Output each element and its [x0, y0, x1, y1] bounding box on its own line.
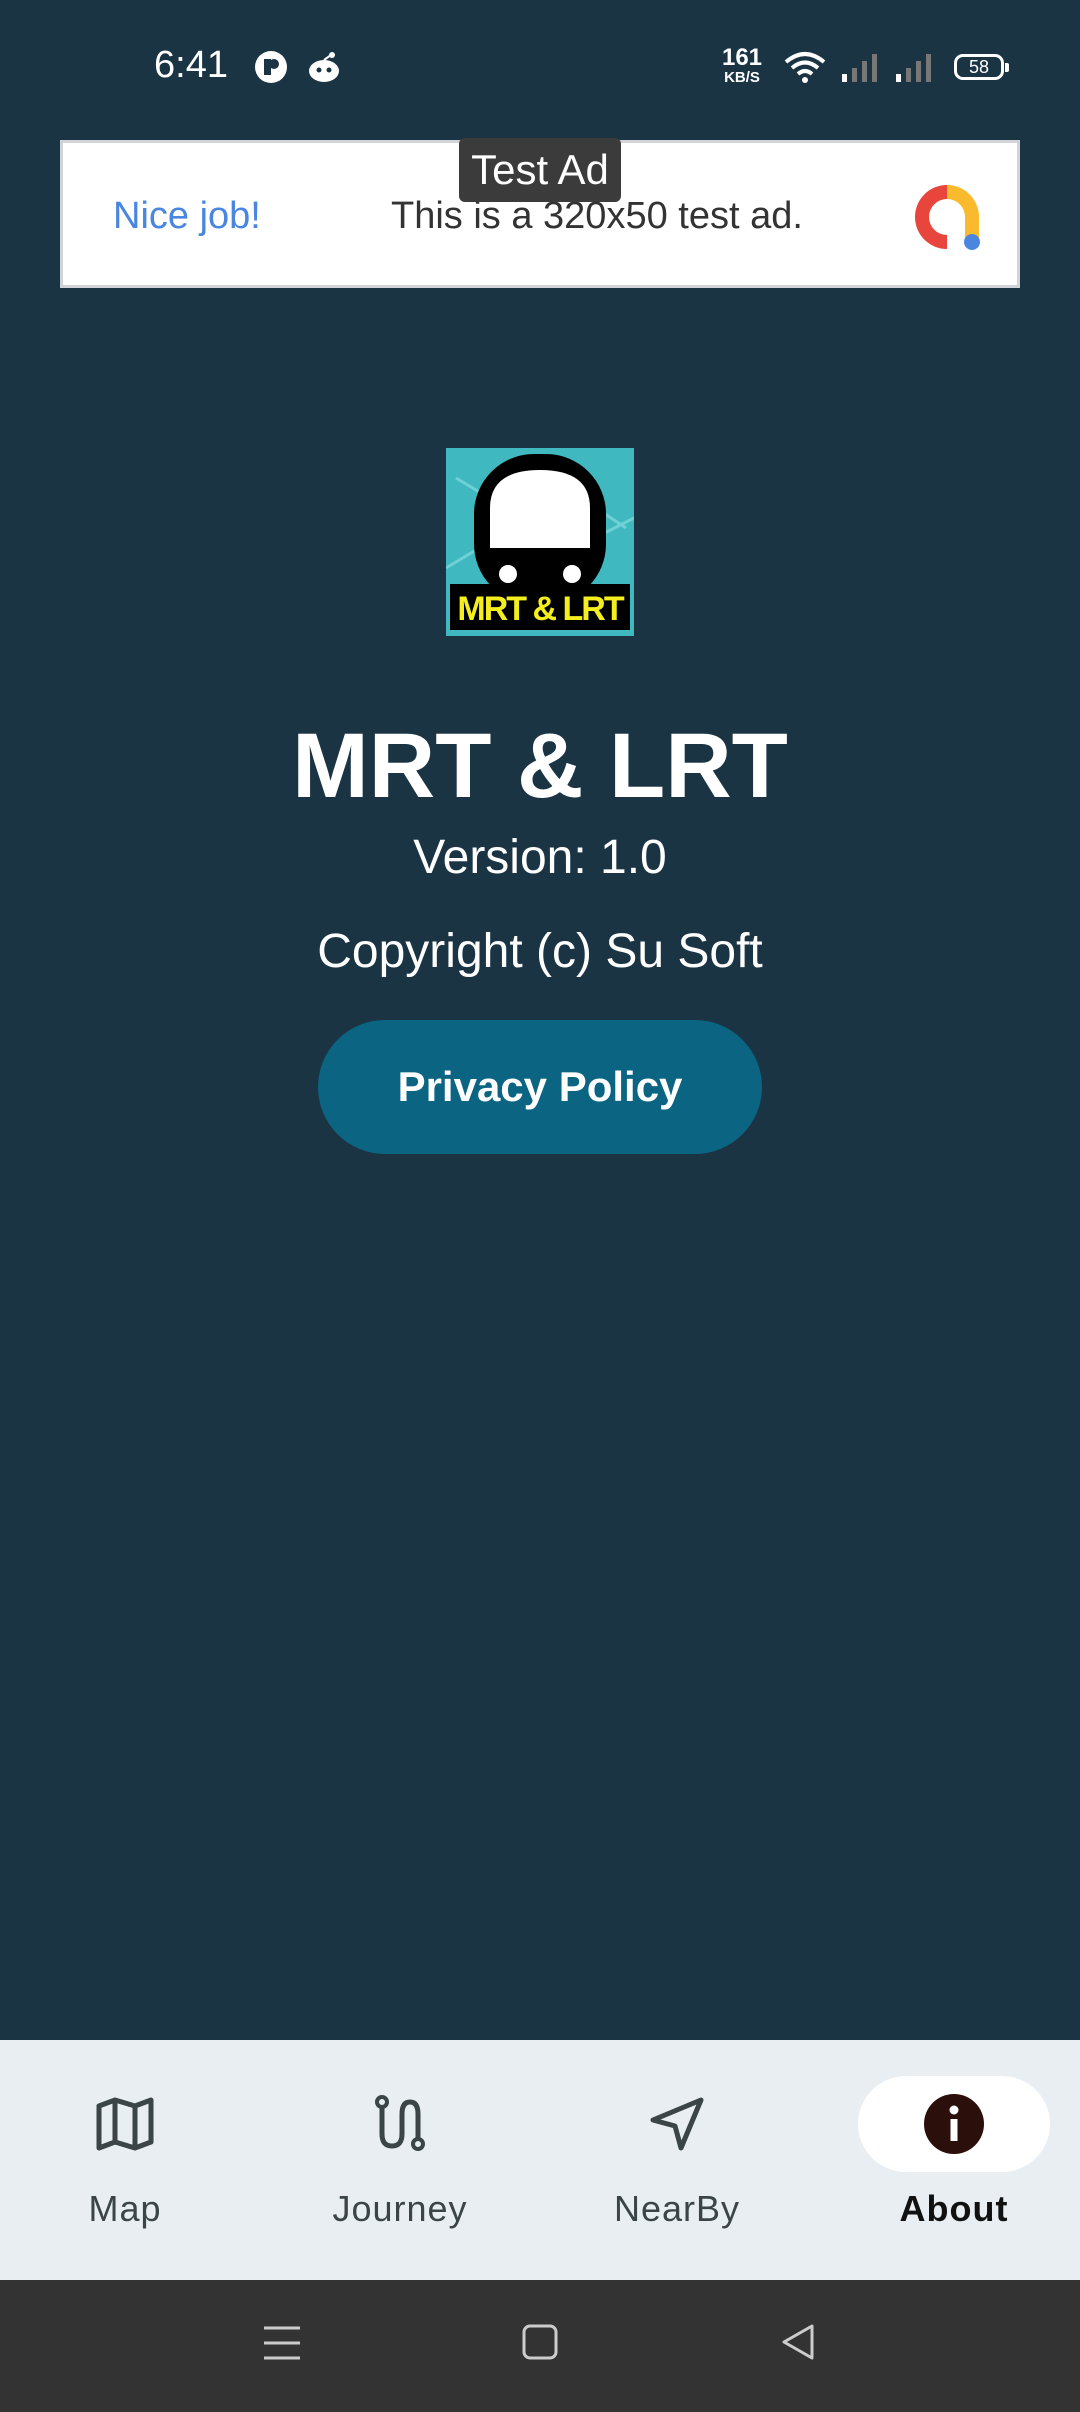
navigation-arrow-icon	[647, 2094, 707, 2159]
nav-label-nearby: NearBy	[613, 2188, 741, 2229]
test-ad-label: Test Ad	[459, 138, 621, 202]
copyright-text: Copyright (c) Su Soft	[317, 925, 763, 978]
reddit-notification-icon	[306, 50, 342, 89]
route-icon	[370, 2094, 430, 2159]
home-icon[interactable]	[520, 2318, 560, 2373]
nav-item-map[interactable]: Map	[0, 2040, 260, 2280]
ad-network-logo-icon	[909, 179, 985, 255]
signal-1-icon	[840, 52, 880, 89]
bottom-navigation: Map Journey NearBy About	[0, 2040, 1080, 2280]
nav-label-journey: Journey	[332, 2188, 468, 2229]
ad-headline: Nice job!	[113, 195, 261, 237]
battery-indicator: 58	[954, 54, 1009, 80]
version-text: Version: 1.0	[413, 831, 667, 884]
app-logo: MRT & LRT	[445, 448, 635, 636]
status-time: 6:41	[154, 44, 228, 86]
recent-apps-icon[interactable]	[262, 2318, 302, 2373]
network-speed: 161 KB/S	[721, 44, 763, 86]
nav-item-nearby[interactable]: NearBy	[542, 2040, 812, 2280]
nav-label-about: About	[899, 2188, 1009, 2229]
info-icon	[924, 2094, 984, 2159]
nav-item-journey[interactable]: Journey	[265, 2040, 535, 2280]
system-navigation-bar	[0, 2280, 1080, 2412]
app-logo-text: MRT & LRT	[457, 590, 624, 628]
signal-2-icon	[894, 52, 934, 89]
app-title: MRT & LRT	[292, 715, 788, 817]
app-notification-icon	[254, 50, 288, 89]
status-bar: 6:41 161 KB/S 58	[0, 0, 1080, 130]
nav-item-about[interactable]: About	[819, 2040, 1080, 2280]
back-icon[interactable]	[778, 2318, 818, 2373]
privacy-policy-button[interactable]: Privacy Policy	[318, 1020, 762, 1154]
wifi-icon	[784, 50, 826, 89]
map-icon	[95, 2094, 155, 2159]
nav-label-map: Map	[88, 2188, 162, 2229]
